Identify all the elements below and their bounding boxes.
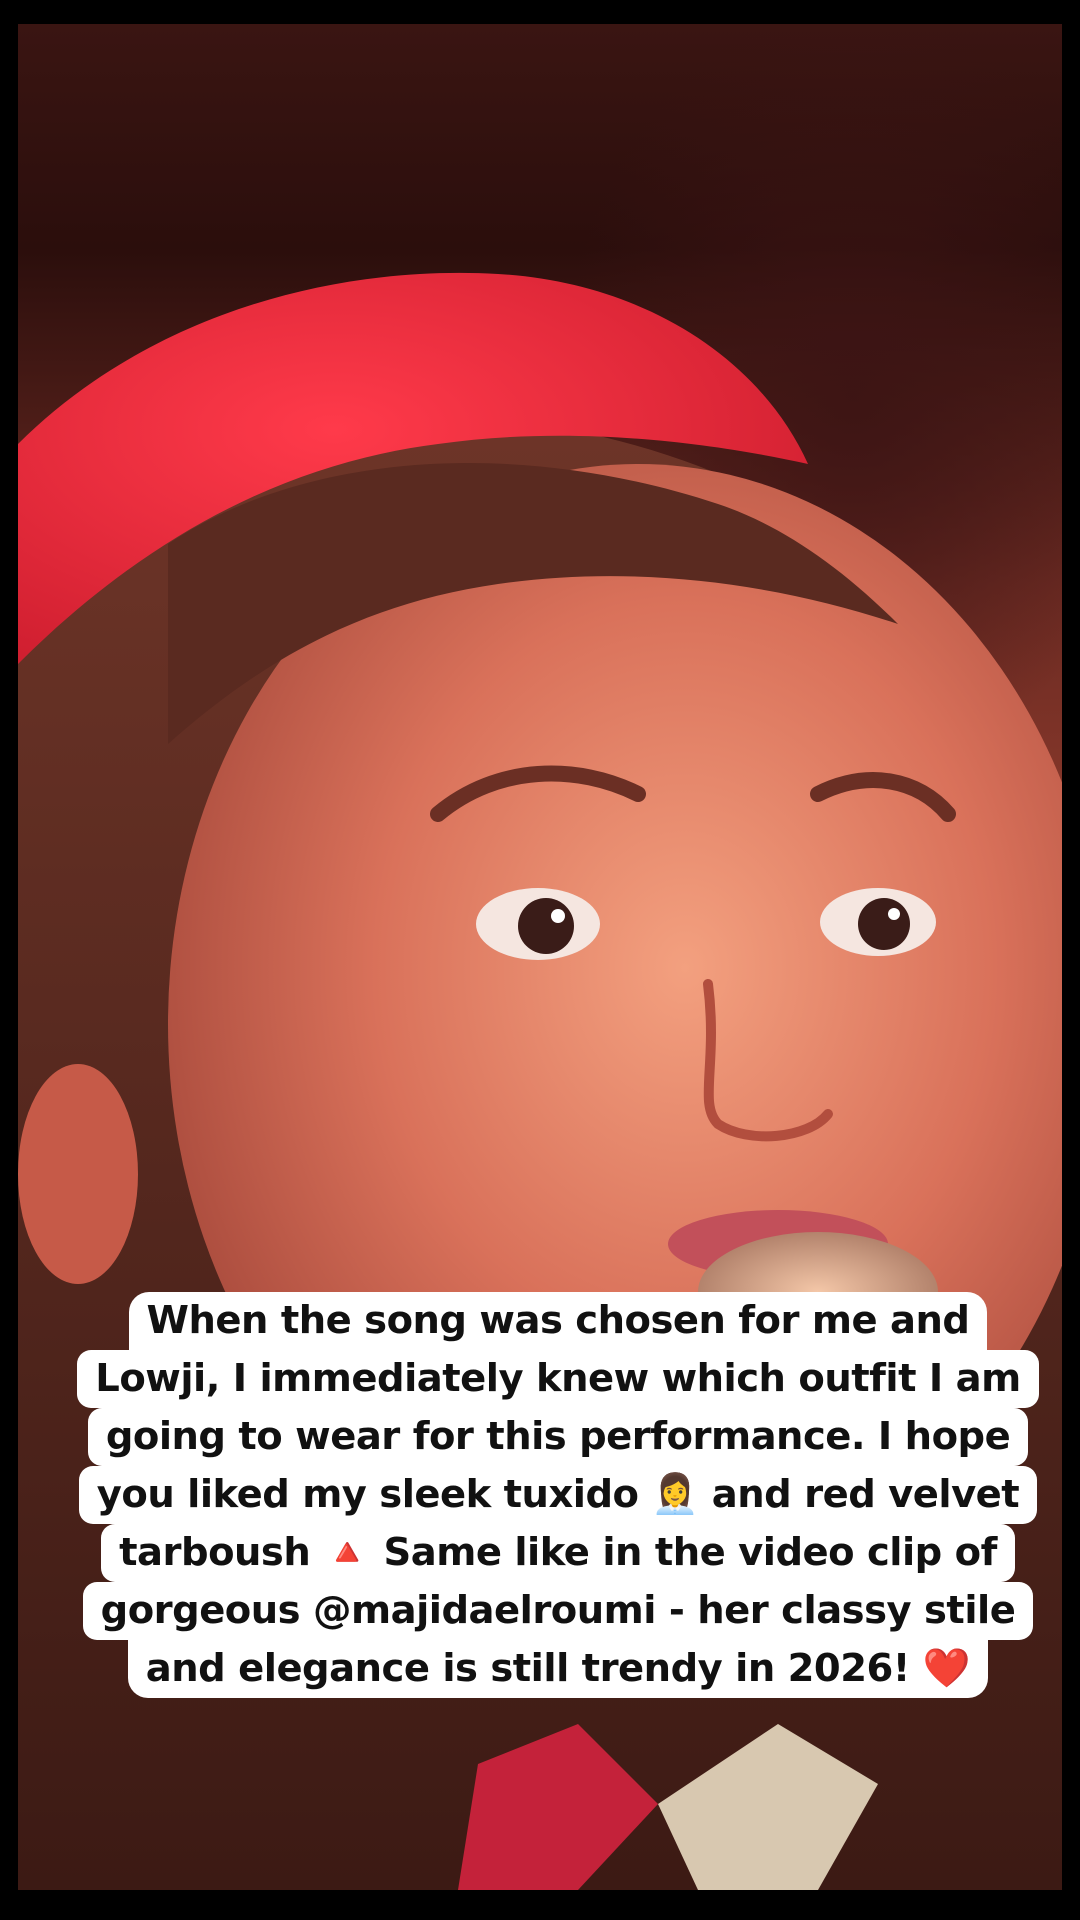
caption-line-7: and elegance is still trendy in 2026! ❤️ [127, 1640, 989, 1698]
caption-line-1: When the song was chosen for me and [128, 1292, 988, 1350]
video-player[interactable]: When the song was chosen for me and Lowj… [18, 24, 1062, 1890]
caption-box: When the song was chosen for me and Lowj… [76, 1292, 1040, 1698]
caption-line-4: you liked my sleek tuxido 👩‍💼 and red ve… [78, 1466, 1038, 1524]
caption-line-6: gorgeous @majidaelroumi - her classy sti… [82, 1582, 1034, 1640]
video-frame: When the song was chosen for me and Lowj… [0, 0, 1080, 1920]
caption-line-2: Lowji, I immediately knew which outfit I… [77, 1350, 1039, 1408]
caption-line-5: tarboush 🔺 Same like in the video clip o… [101, 1524, 1015, 1582]
caption-line-3: going to wear for this performance. I ho… [87, 1408, 1029, 1466]
